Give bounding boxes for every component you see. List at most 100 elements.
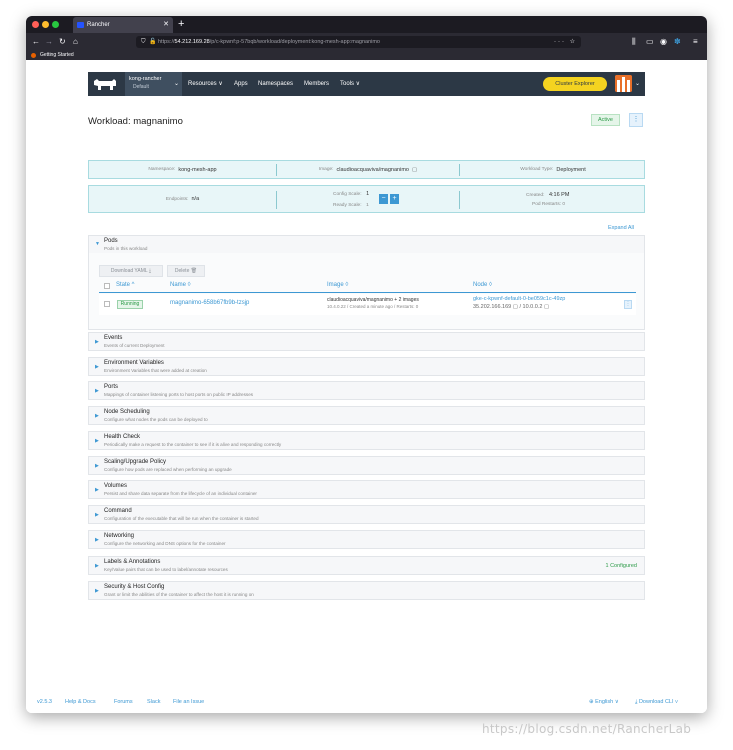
section-networking[interactable]: ▶ Networking Configure the networking and …	[88, 529, 645, 549]
tab-bar: Rancher ✕ +	[26, 16, 707, 33]
forward-icon[interactable]: →	[45, 33, 53, 51]
section-desc: Events of current Deployment	[104, 343, 165, 348]
download-yaml-button[interactable]: Download YAML ⤓	[99, 265, 163, 277]
section-title: Environment Variables	[104, 359, 164, 366]
section-scaling-upgrade-policy[interactable]: ▶ Scaling/Upgrade Policy Configure how pod…	[88, 455, 645, 475]
image-value: claudioacquaviva/magnanimo	[336, 166, 409, 173]
new-tab-button[interactable]: +	[178, 16, 184, 33]
minimize-window-button[interactable]	[42, 21, 49, 28]
extension-icon[interactable]: ✽	[674, 33, 681, 51]
type-label: Workload Type:	[520, 167, 554, 172]
back-icon[interactable]: ←	[32, 33, 40, 51]
forums-link[interactable]: Forums	[114, 699, 133, 705]
delete-button[interactable]: Delete 🗑	[167, 265, 205, 277]
avatar[interactable]	[615, 75, 632, 92]
section-labels-annotations[interactable]: ▶ Labels & Annotations Key/Value pairs tha…	[88, 556, 645, 576]
section-health-check[interactable]: ▶ Health Check Periodically make a request…	[88, 430, 645, 450]
section-volumes[interactable]: ▶ Volumes Persist and share data separate …	[88, 480, 645, 500]
config-scale-label: Config Scale:	[333, 192, 362, 197]
language-selector[interactable]: ⊕ English ∨	[589, 699, 619, 705]
tab-rancher[interactable]: Rancher ✕	[73, 17, 173, 33]
rancher-logo-icon[interactable]	[92, 77, 118, 92]
select-all-checkbox[interactable]	[104, 283, 110, 289]
type-cell: Workload Type: Deployment	[460, 161, 646, 178]
workload-actions-button[interactable]: ⋮	[629, 113, 643, 127]
page-actions-icon[interactable]: ··· ☆	[554, 36, 577, 48]
help-docs-link[interactable]: Help & Docs	[65, 699, 96, 705]
close-window-button[interactable]	[32, 21, 39, 28]
column-name[interactable]: Name ◊	[170, 282, 191, 288]
cluster-selector[interactable]: kong-rancher Default ⌄	[125, 72, 182, 96]
section-events[interactable]: ▶ Events Events of current Deployment	[88, 332, 645, 351]
image-cell: Image: claudioacquaviva/magnanimo ▢	[277, 161, 459, 178]
column-node[interactable]: Node ◊	[473, 282, 492, 288]
download-cli-button[interactable]: ⤓ Download CLI ∨	[635, 699, 678, 706]
section-desc: Environment Variables that were added at…	[104, 367, 207, 373]
section-desc: Key/Value pairs that can be used to labe…	[104, 567, 228, 573]
menu-apps[interactable]: Apps	[234, 72, 248, 96]
cluster-name: kong-rancher	[129, 76, 162, 82]
section-desc: Configure how pods are replaced when per…	[104, 466, 232, 472]
tab-title: Rancher	[87, 22, 110, 28]
pod-state-badge: Running	[117, 300, 143, 309]
bookmarks-bar: Getting Started	[26, 51, 707, 60]
workload-info-row-2: Endpoints: n/a Config Scale: 1 Ready Sca…	[88, 185, 645, 213]
firefox-icon	[31, 53, 36, 58]
section-desc: Mappings of container listening ports to…	[104, 392, 254, 398]
section-title: Health Check	[104, 433, 141, 440]
menu-icon[interactable]: ≡	[693, 33, 698, 51]
maximize-window-button[interactable]	[52, 21, 59, 28]
url-bar[interactable]: ⛉ 🔓 https://54.212.169.28/p/c-kpwnf:p-57…	[136, 36, 581, 48]
image-label: Image:	[318, 167, 334, 172]
row-actions-button[interactable]: ⋮	[624, 300, 632, 309]
home-icon[interactable]: ⌂	[73, 33, 78, 51]
row-checkbox[interactable]	[104, 301, 110, 307]
caret-right-icon: ▶	[95, 388, 99, 395]
section-ports[interactable]: ▶ Ports Mappings of container listening po…	[88, 381, 645, 401]
file-issue-link[interactable]: File an Issue	[173, 699, 204, 705]
menu-namespaces[interactable]: Namespaces	[258, 72, 293, 96]
namespace-cell: Namespace: kong-mesh-app	[89, 161, 276, 178]
section-environment-variables[interactable]: ▶ Environment Variables Environment Variab…	[88, 356, 645, 376]
slack-link[interactable]: Slack	[147, 699, 160, 705]
menu-tools[interactable]: Tools ∨	[340, 72, 360, 96]
page-content: kong-rancher Default ⌄ Resources ∨ Apps …	[26, 60, 707, 713]
version-link[interactable]: v2.5.3	[37, 699, 52, 705]
menu-resources[interactable]: Resources ∨	[188, 72, 223, 96]
copy-icon[interactable]: ▢	[412, 167, 417, 173]
reload-icon[interactable]: ↻	[59, 33, 66, 51]
scale-down-button[interactable]: −	[379, 194, 388, 204]
account-icon[interactable]: ◉	[660, 33, 667, 51]
menu-members[interactable]: Members	[304, 72, 329, 96]
section-security-host-config[interactable]: ▶ Security & Host Config Grant or limit th…	[88, 581, 645, 600]
section-configured-count: 1 Configured	[605, 563, 638, 570]
section-title: Node Scheduling	[104, 409, 150, 416]
caret-right-icon: ▶	[95, 413, 99, 420]
pod-node-link[interactable]: gke-c-kpwnf-default-0-be059c1c-49zp	[473, 296, 565, 302]
section-node-scheduling[interactable]: ▶ Node Scheduling Configure what nodes the…	[88, 406, 645, 426]
cluster-explorer-button[interactable]: Cluster Explorer	[543, 77, 607, 91]
section-command[interactable]: ▶ Command Configuration of the executable …	[88, 504, 645, 524]
pod-name-link[interactable]: magnanimo-658b67fb9b-tzsjp	[170, 300, 249, 306]
bookmark-getting-started[interactable]: Getting Started	[40, 52, 74, 58]
column-state[interactable]: State ^	[116, 282, 135, 288]
caret-right-icon: ▶	[95, 437, 99, 444]
insecure-lock-icon: 🔓	[149, 39, 157, 45]
avatar-chevron-icon[interactable]: ⌄	[635, 72, 640, 96]
pods-section-header[interactable]: ▼ Pods Pods in this workload	[89, 236, 644, 253]
shield-icon: ⛉	[141, 39, 146, 45]
library-icon[interactable]: ⫼	[632, 33, 636, 51]
config-scale: Config Scale: 1	[333, 191, 369, 197]
tab-close-icon[interactable]: ✕	[163, 17, 169, 33]
section-title: Scaling/Upgrade Policy	[104, 458, 167, 465]
pod-node-ips: 35.202.166.169 ▢ / 10.0.0.2 ▢	[473, 304, 550, 310]
pods-section: ▼ Pods Pods in this workload Download YA…	[88, 235, 645, 330]
section-title: Ports	[104, 384, 119, 391]
pods-desc: Pods in this workload	[104, 246, 148, 251]
scale-up-button[interactable]: +	[390, 194, 399, 204]
table-row: Running magnanimo-658b67fb9b-tzsjp claud…	[99, 294, 636, 315]
chevron-down-icon: ⌄	[173, 81, 179, 87]
column-image[interactable]: Image ◊	[327, 282, 348, 288]
sidebar-icon[interactable]: ▭	[646, 33, 654, 51]
expand-all-link[interactable]: Expand All	[608, 225, 634, 231]
